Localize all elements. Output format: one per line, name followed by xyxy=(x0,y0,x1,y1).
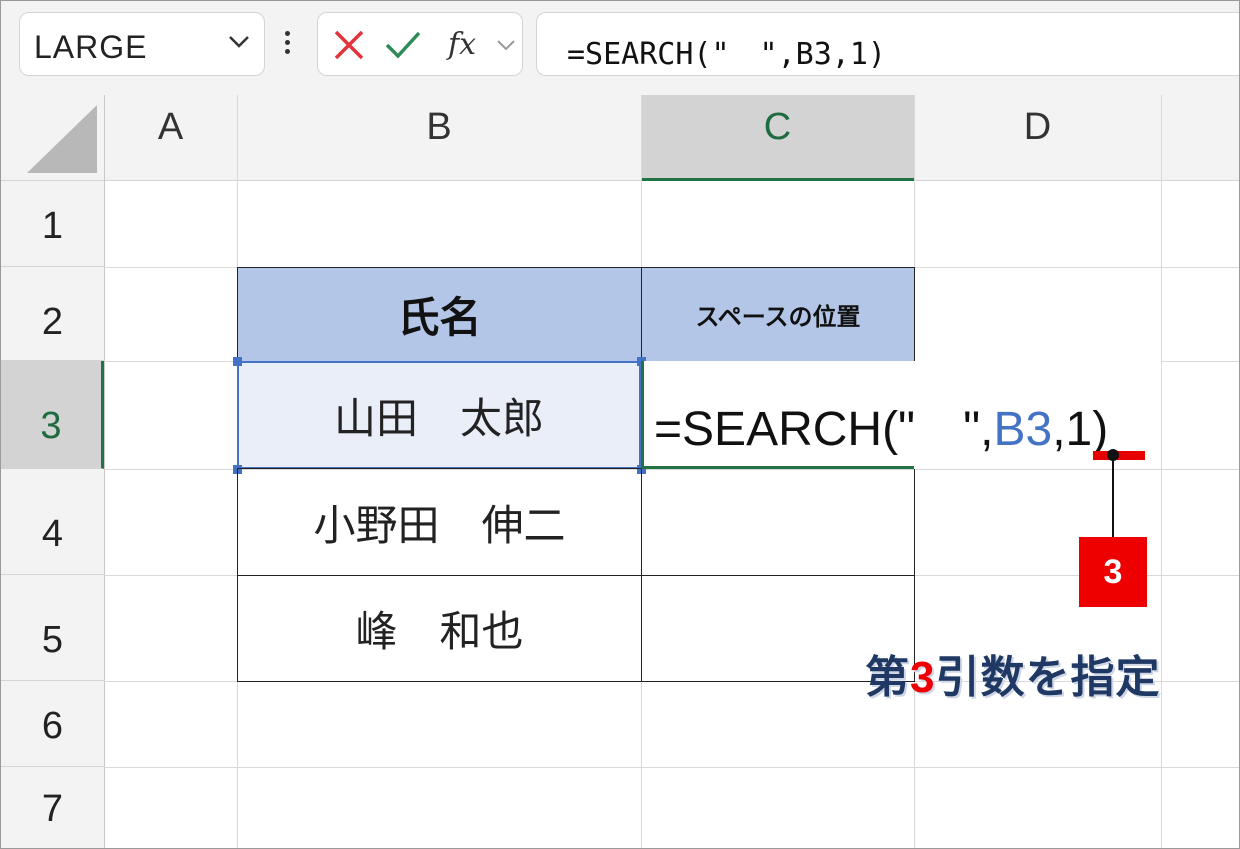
row-header-1[interactable]: 1 xyxy=(1,181,104,267)
cell-reference-b3: B3 xyxy=(993,403,1053,456)
column-header-e[interactable] xyxy=(1161,95,1239,181)
callout-line xyxy=(1112,457,1114,539)
column-header-b[interactable]: B xyxy=(237,95,641,181)
table-header-space-position[interactable]: スペースの位置 xyxy=(641,267,915,362)
more-options-icon[interactable] xyxy=(283,31,291,61)
column-header-c[interactable]: C xyxy=(641,95,914,181)
step-badge: 3 xyxy=(1079,537,1147,607)
callout-dot xyxy=(1107,449,1119,461)
column-header-a[interactable]: A xyxy=(104,95,237,181)
column-header-d[interactable]: D xyxy=(914,95,1161,181)
annotation-caption: 第3引数を指定 xyxy=(865,653,1161,702)
formula-input[interactable]: =SEARCH(" ",B3,1) xyxy=(536,12,1239,76)
name-box-value: LARGE xyxy=(34,29,148,65)
row-header-3[interactable]: 3 xyxy=(1,361,104,469)
select-all-triangle-icon xyxy=(27,105,97,173)
select-all-corner[interactable] xyxy=(1,95,104,181)
name-box[interactable]: LARGE xyxy=(19,12,265,76)
row-header-2[interactable]: 2 xyxy=(1,267,104,361)
third-argument-marker xyxy=(1093,451,1145,460)
formula-bar: LARGE fx =SEARCH(" ",B3,1) xyxy=(1,1,1239,95)
insert-function-button[interactable]: fx xyxy=(448,27,476,62)
formula-text: =SEARCH(" ",B3,1) xyxy=(567,37,886,72)
chevron-down-icon[interactable] xyxy=(228,35,250,49)
row-header-5[interactable]: 5 xyxy=(1,575,104,681)
cell-b4-name[interactable]: 小野田 伸二 xyxy=(237,468,642,576)
cell-c4[interactable] xyxy=(641,468,915,576)
table-header-name[interactable]: 氏名 xyxy=(237,267,642,362)
active-cell-border xyxy=(641,466,914,469)
row-header-4[interactable]: 4 xyxy=(1,469,104,575)
row-header-7[interactable]: 7 xyxy=(1,767,104,848)
in-cell-formula: =SEARCH(" ",B3,1) xyxy=(654,403,1109,456)
excel-window: LARGE fx =SEARCH(" ",B3,1) A B C D 1 2 3… xyxy=(0,0,1240,849)
cancel-icon[interactable] xyxy=(332,28,366,62)
cell-b5-name[interactable]: 峰 和也 xyxy=(237,575,642,682)
cell-c3-editing[interactable]: =SEARCH(" ",B3,1) xyxy=(641,361,1161,469)
enter-check-icon[interactable] xyxy=(384,28,422,62)
formula-buttons: fx xyxy=(317,12,523,76)
row-header-6[interactable]: 6 xyxy=(1,681,104,767)
chevron-down-icon[interactable] xyxy=(496,39,516,51)
cell-b3-name[interactable]: 山田 太郎 xyxy=(237,361,641,469)
